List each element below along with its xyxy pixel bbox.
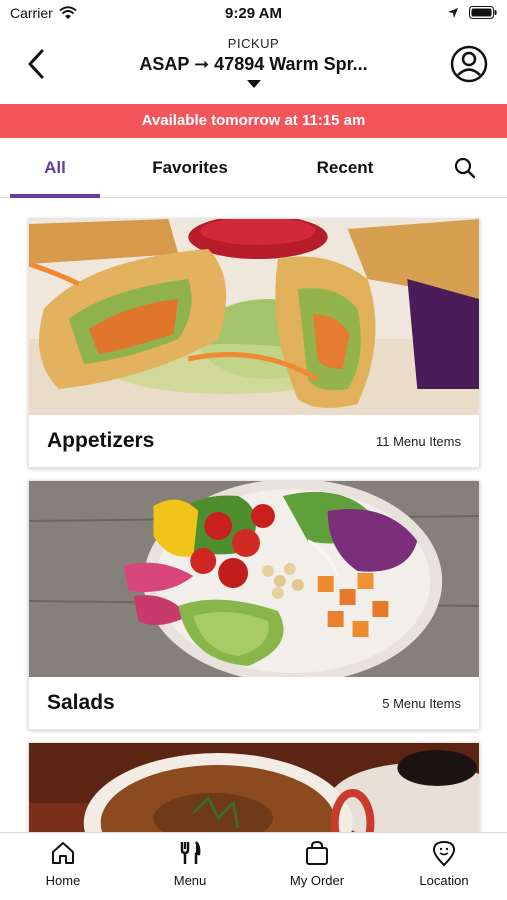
order-route-label: ASAP ➞ 47894 Warm Spr... [139, 54, 368, 74]
status-bar: Carrier 9:29 AM [0, 0, 507, 28]
spring-rolls-photo [29, 219, 479, 415]
salad-bowl-photo [29, 481, 479, 677]
search-icon [454, 157, 476, 179]
fork-knife-icon [180, 841, 201, 864]
category-item-count: 11 Menu Items [375, 433, 461, 449]
nav-home[interactable]: Home [8, 839, 118, 888]
location-arrow-icon [448, 7, 458, 18]
nav-label: Menu [173, 873, 207, 888]
location-pin-icon [432, 840, 456, 867]
caret-down-icon [246, 80, 261, 88]
soup-bowl-photo [29, 743, 479, 832]
order-selector[interactable]: PICKUP ASAP ➞ 47894 Warm Spr... [90, 36, 417, 88]
category-title: Appetizers [47, 429, 155, 452]
nav-label: Location [419, 873, 469, 888]
nav-my-order[interactable]: My Order [262, 839, 372, 888]
category-item-count: 5 Menu Items [382, 695, 461, 711]
active-tab-indicator [10, 194, 100, 198]
chevron-left-icon [28, 49, 44, 79]
profile-button[interactable] [449, 44, 489, 84]
menu-tabs: All Favorites Recent [0, 138, 507, 198]
category-card-footer: Appetizers 11 Menu Items [29, 415, 479, 467]
category-title: Salads [47, 691, 115, 714]
tab-recent[interactable]: Recent [290, 138, 400, 198]
status-icons [447, 6, 497, 19]
category-list[interactable]: Appetizers 11 Menu Items Salads 5 Menu I… [0, 199, 507, 832]
nav-label: Home [45, 873, 81, 888]
category-card-soups[interactable] [28, 742, 480, 832]
search-button[interactable] [453, 156, 477, 180]
category-card-appetizers[interactable]: Appetizers 11 Menu Items [28, 218, 480, 468]
nav-label: My Order [289, 873, 345, 888]
nav-location[interactable]: Location [389, 839, 499, 888]
tab-all[interactable]: All [10, 138, 100, 198]
order-type-label: PICKUP [227, 36, 280, 51]
app-header: PICKUP ASAP ➞ 47894 Warm Spr... [0, 30, 507, 102]
tab-favorites[interactable]: Favorites [130, 138, 250, 198]
nav-menu[interactable]: Menu [135, 839, 245, 888]
bottom-navigation: Home Menu My Order Location [0, 832, 507, 900]
availability-banner: Available tomorrow at 11:15 am [0, 104, 507, 138]
user-profile-icon [450, 45, 488, 83]
category-card-salads[interactable]: Salads 5 Menu Items [28, 480, 480, 730]
battery-icon [469, 6, 497, 19]
category-card-footer: Salads 5 Menu Items [29, 677, 479, 729]
shopping-bag-icon [306, 840, 328, 865]
home-icon [52, 842, 74, 864]
back-button[interactable] [18, 44, 54, 84]
status-time: 9:29 AM [225, 5, 282, 22]
